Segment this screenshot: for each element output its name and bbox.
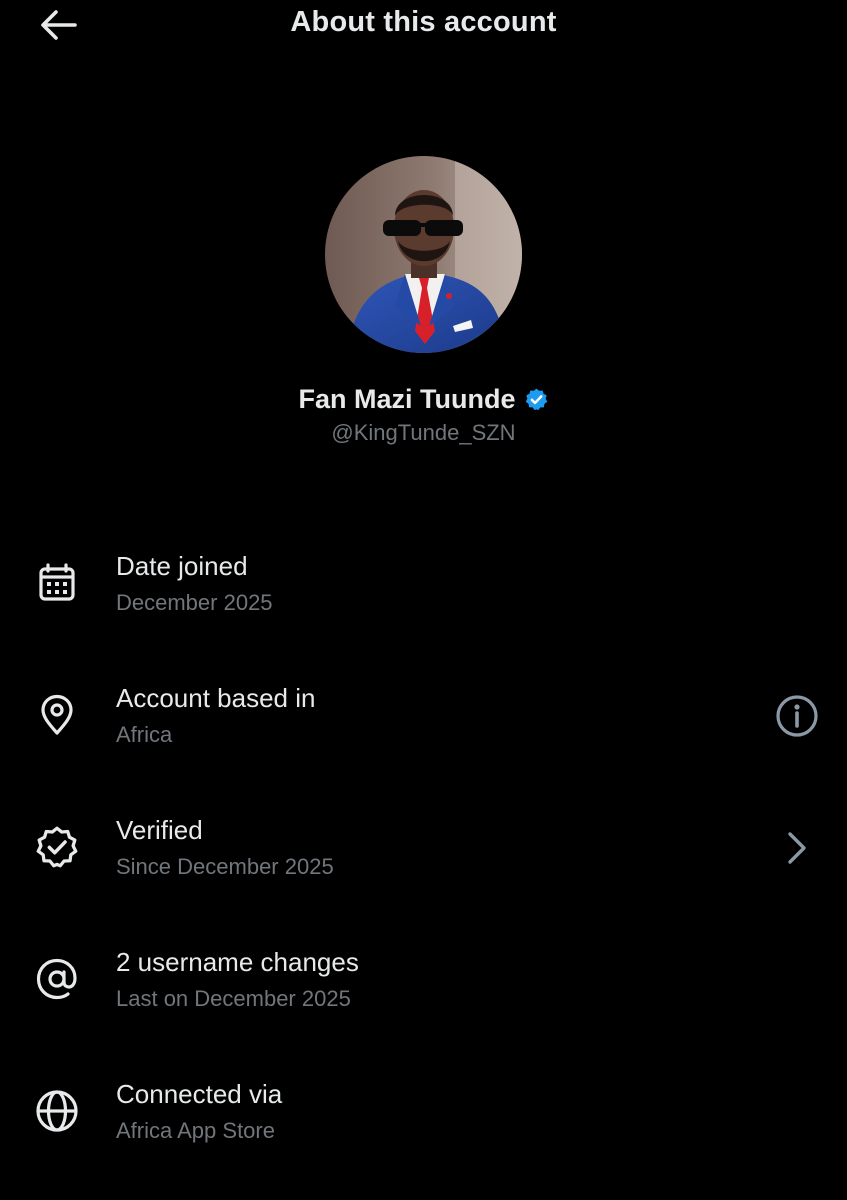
row-title: 2 username changes xyxy=(116,947,359,977)
verified-row[interactable]: Verified Since December 2025 xyxy=(0,815,847,905)
row-title: Verified xyxy=(116,815,203,845)
top-bar: About this account xyxy=(0,0,847,50)
chevron-right-icon xyxy=(788,832,806,864)
row-title: Date joined xyxy=(116,551,248,581)
row-subtitle: Last on December 2025 xyxy=(116,986,351,1011)
date-joined-row: Date joined December 2025 xyxy=(0,551,847,641)
account-based-in-row: Account based in Africa xyxy=(0,683,847,773)
display-name: Fan Mazi Tuunde xyxy=(298,384,516,414)
row-subtitle: Africa App Store xyxy=(116,1118,275,1143)
info-button[interactable] xyxy=(772,691,822,741)
profile-name-row: Fan Mazi Tuunde xyxy=(0,384,847,415)
row-subtitle: Africa xyxy=(116,722,173,747)
username-changes-row: 2 username changes Last on December 2025 xyxy=(0,947,847,1037)
at-sign-icon xyxy=(33,955,81,1003)
connected-via-row: Connected via Africa App Store xyxy=(0,1079,847,1169)
info-icon xyxy=(776,695,818,737)
page-title: About this account xyxy=(290,6,557,38)
verified-check-icon xyxy=(33,823,81,871)
row-title: Account based in xyxy=(116,683,316,713)
calendar-icon xyxy=(33,559,81,607)
row-title: Connected via xyxy=(116,1079,283,1109)
row-subtitle: December 2025 xyxy=(116,590,273,615)
location-pin-icon xyxy=(33,691,81,739)
verified-detail-button[interactable] xyxy=(772,823,822,873)
avatar[interactable] xyxy=(325,156,522,353)
globe-icon xyxy=(33,1087,81,1135)
verified-badge-icon xyxy=(525,388,547,411)
row-subtitle: Since December 2025 xyxy=(116,854,334,879)
username-handle: @KingTunde_SZN xyxy=(331,420,516,445)
